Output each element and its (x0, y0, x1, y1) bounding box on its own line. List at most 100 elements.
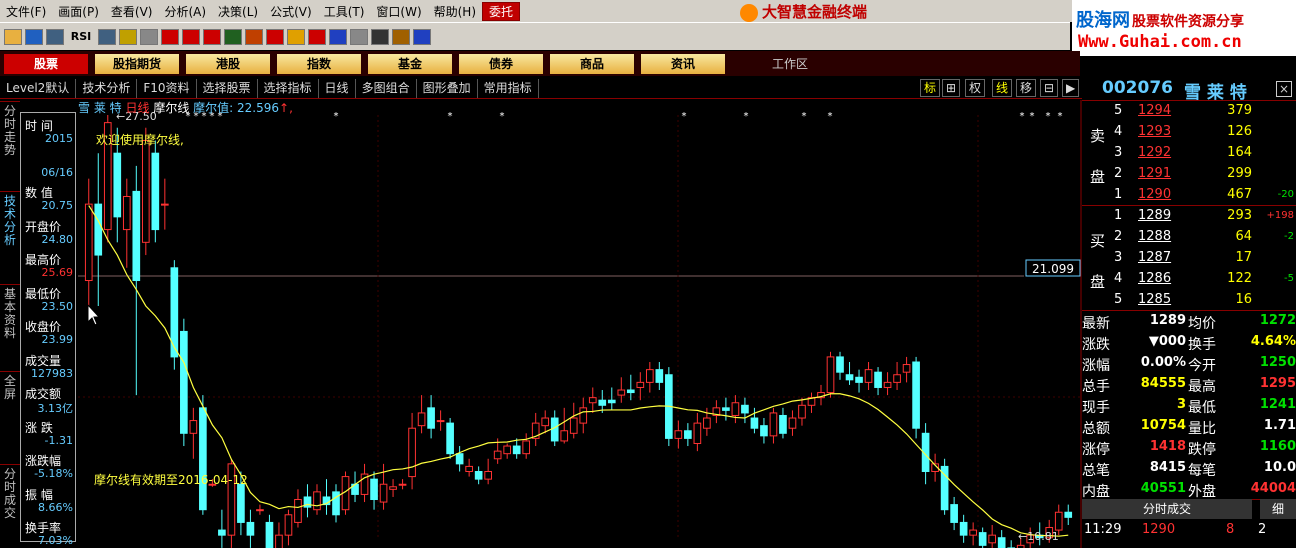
candle-body (484, 471, 492, 480)
menu-item-5[interactable]: 公式(V) (264, 3, 318, 20)
chart-tool-0[interactable]: 标 (920, 79, 941, 97)
window-icon[interactable] (371, 28, 389, 45)
next-icon[interactable]: ▶ (1062, 79, 1080, 97)
sell-level: 4 (1114, 124, 1123, 139)
workspace-label[interactable]: 工作区 (772, 55, 808, 72)
grid-icon[interactable] (46, 28, 64, 45)
buy-level: 1 (1114, 208, 1123, 223)
candle-body (769, 412, 778, 437)
bullseye-icon[interactable] (308, 28, 326, 45)
quote-value: 1272 (1259, 313, 1296, 328)
buy-price: 1287 (1138, 250, 1172, 265)
books-icon[interactable] (392, 28, 410, 45)
nav-3[interactable]: 指数 (277, 53, 361, 74)
vtab-2[interactable]: 基本资料 (2, 288, 18, 340)
sell-price: 1294 (1138, 103, 1172, 118)
info-value-9: -1.31 (44, 433, 73, 447)
signal-marker: * (828, 111, 833, 122)
nav-5[interactable]: 债券 (459, 53, 543, 74)
tab-7[interactable]: 图形叠加 (417, 78, 478, 98)
sell-level: 2 (1114, 166, 1123, 181)
buy-price: 1285 (1138, 292, 1172, 307)
candle-body (1054, 511, 1063, 531)
speaker-icon[interactable] (245, 28, 263, 45)
quote-label: 涨幅 (1082, 358, 1110, 374)
chart-icon[interactable] (25, 28, 43, 45)
quote-value: 4.64% (1250, 334, 1296, 349)
tab-1[interactable]: 技术分析 (76, 78, 138, 98)
close-icon[interactable]: × (1276, 81, 1292, 97)
tab-3[interactable]: 选择股票 (197, 78, 258, 98)
sell-volume: 126 (1227, 124, 1252, 139)
quote-value: 10.0 (1263, 460, 1296, 475)
tab-5[interactable]: 日线 (319, 78, 356, 98)
nav-4[interactable]: 基金 (368, 53, 452, 74)
menu-item-7[interactable]: 窗口(W) (370, 3, 427, 20)
tab-0[interactable]: Level2默认 (0, 78, 77, 98)
menu-item-0[interactable]: 文件(F) (0, 3, 52, 20)
nav-7[interactable]: 资讯 (641, 53, 725, 74)
help-icon[interactable] (413, 28, 431, 45)
vtab-4[interactable]: 分时成交 (2, 468, 18, 520)
crosshair-icon[interactable] (119, 28, 137, 45)
guhai-name: 股海网 (1076, 10, 1130, 31)
table-icon[interactable] (98, 28, 116, 45)
quote-value: 1418 (1149, 439, 1186, 454)
eye-icon[interactable] (182, 28, 200, 45)
sell-volume: 379 (1227, 103, 1252, 118)
menu-item-1[interactable]: 画面(P) (52, 3, 105, 20)
menu-item-6[interactable]: 工具(T) (318, 3, 371, 20)
bars-icon[interactable] (203, 28, 221, 45)
minimize-icon[interactable]: ⊟ (1040, 79, 1059, 97)
menu-item-8[interactable]: 帮助(H) (428, 3, 482, 20)
candle-body (465, 465, 473, 473)
tab-4[interactable]: 选择指标 (258, 78, 319, 98)
candle-body (655, 369, 664, 383)
vtab-0[interactable]: 分时走势 (2, 105, 18, 157)
menu-item-9[interactable]: 委托 (482, 1, 521, 21)
left-vertical-tabs: 分时走势技术分析基本资料全屏分时成交 (0, 100, 20, 548)
vtab-1[interactable]: 技术分析 (2, 195, 18, 247)
menu-item-2[interactable]: 查看(V) (105, 3, 159, 20)
candle-body (560, 430, 569, 442)
folder-icon[interactable] (4, 28, 22, 45)
globe-icon[interactable] (329, 28, 347, 45)
buy-change: +198 (1266, 210, 1294, 221)
nav-0[interactable]: 股票 (4, 53, 88, 74)
chart-tool-1[interactable]: 权 (965, 79, 986, 97)
candle-body (455, 453, 464, 465)
ticks-tab[interactable]: 分时成交 (1082, 499, 1252, 519)
dollar-icon[interactable] (161, 28, 179, 45)
ruler-icon[interactable] (140, 28, 158, 45)
nav-1[interactable]: 股指期货 (95, 53, 179, 74)
candle-body (84, 203, 93, 282)
tab-2[interactable]: F10资料 (137, 78, 197, 98)
candle-body (779, 414, 787, 434)
guhai-url: Www.Guhai.com.cn (1078, 32, 1242, 52)
tab-6[interactable]: 多图组合 (356, 78, 417, 98)
candle-body (398, 483, 407, 486)
candle-body (950, 504, 958, 523)
pin-icon[interactable] (266, 28, 284, 45)
candle-body (731, 402, 740, 416)
chart-tool-3[interactable]: 移 (1016, 79, 1037, 97)
tab-8[interactable]: 常用指标 (478, 78, 539, 98)
ticks-detail-button[interactable]: 细 (1260, 499, 1296, 519)
candle-body (893, 374, 901, 383)
kline-chart[interactable]: 21.099* * * * * * * * * * * * * * * *←27.50←10.81欢迎使用摩尔… (78, 100, 1082, 548)
menu-item-4[interactable]: 决策(L) (212, 3, 264, 20)
plus-icon[interactable]: ⊞ (942, 79, 961, 97)
chart-tool-2[interactable]: 线 (992, 79, 1013, 97)
diamond-icon[interactable] (287, 28, 305, 45)
binoculars-icon[interactable] (224, 28, 242, 45)
quote-value: 1295 (1259, 376, 1296, 391)
vtab-3[interactable]: 全屏 (2, 375, 18, 401)
candle-body (275, 534, 283, 548)
rsi-icon[interactable]: RSI (67, 27, 95, 47)
nav-2[interactable]: 港股 (186, 53, 270, 74)
menu-item-3[interactable]: 分析(A) (158, 3, 212, 20)
guhai-watermark: 股海网 股票软件资源分享 Www.Guhai.com.cn (1072, 0, 1296, 56)
doc-icon[interactable] (350, 28, 368, 45)
market-nav: 股票 股指期货 港股 指数 基金 债券 商品 资讯 工作区 (0, 51, 1080, 76)
nav-6[interactable]: 商品 (550, 53, 634, 74)
